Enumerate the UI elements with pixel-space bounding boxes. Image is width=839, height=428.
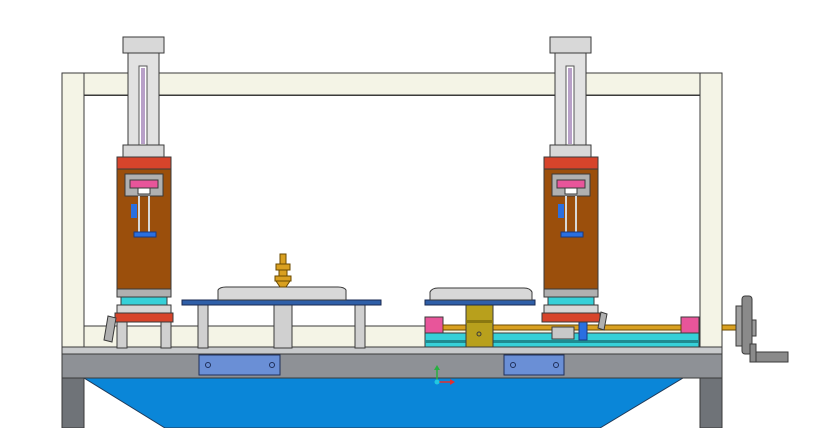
mount-bracket-left [198, 354, 281, 376]
cad-viewport[interactable] [0, 0, 839, 428]
handwheel-icon[interactable] [721, 295, 789, 363]
hopper-body [82, 377, 685, 428]
assembly-drawing [61, 36, 789, 428]
mount-bracket-right [503, 354, 565, 376]
